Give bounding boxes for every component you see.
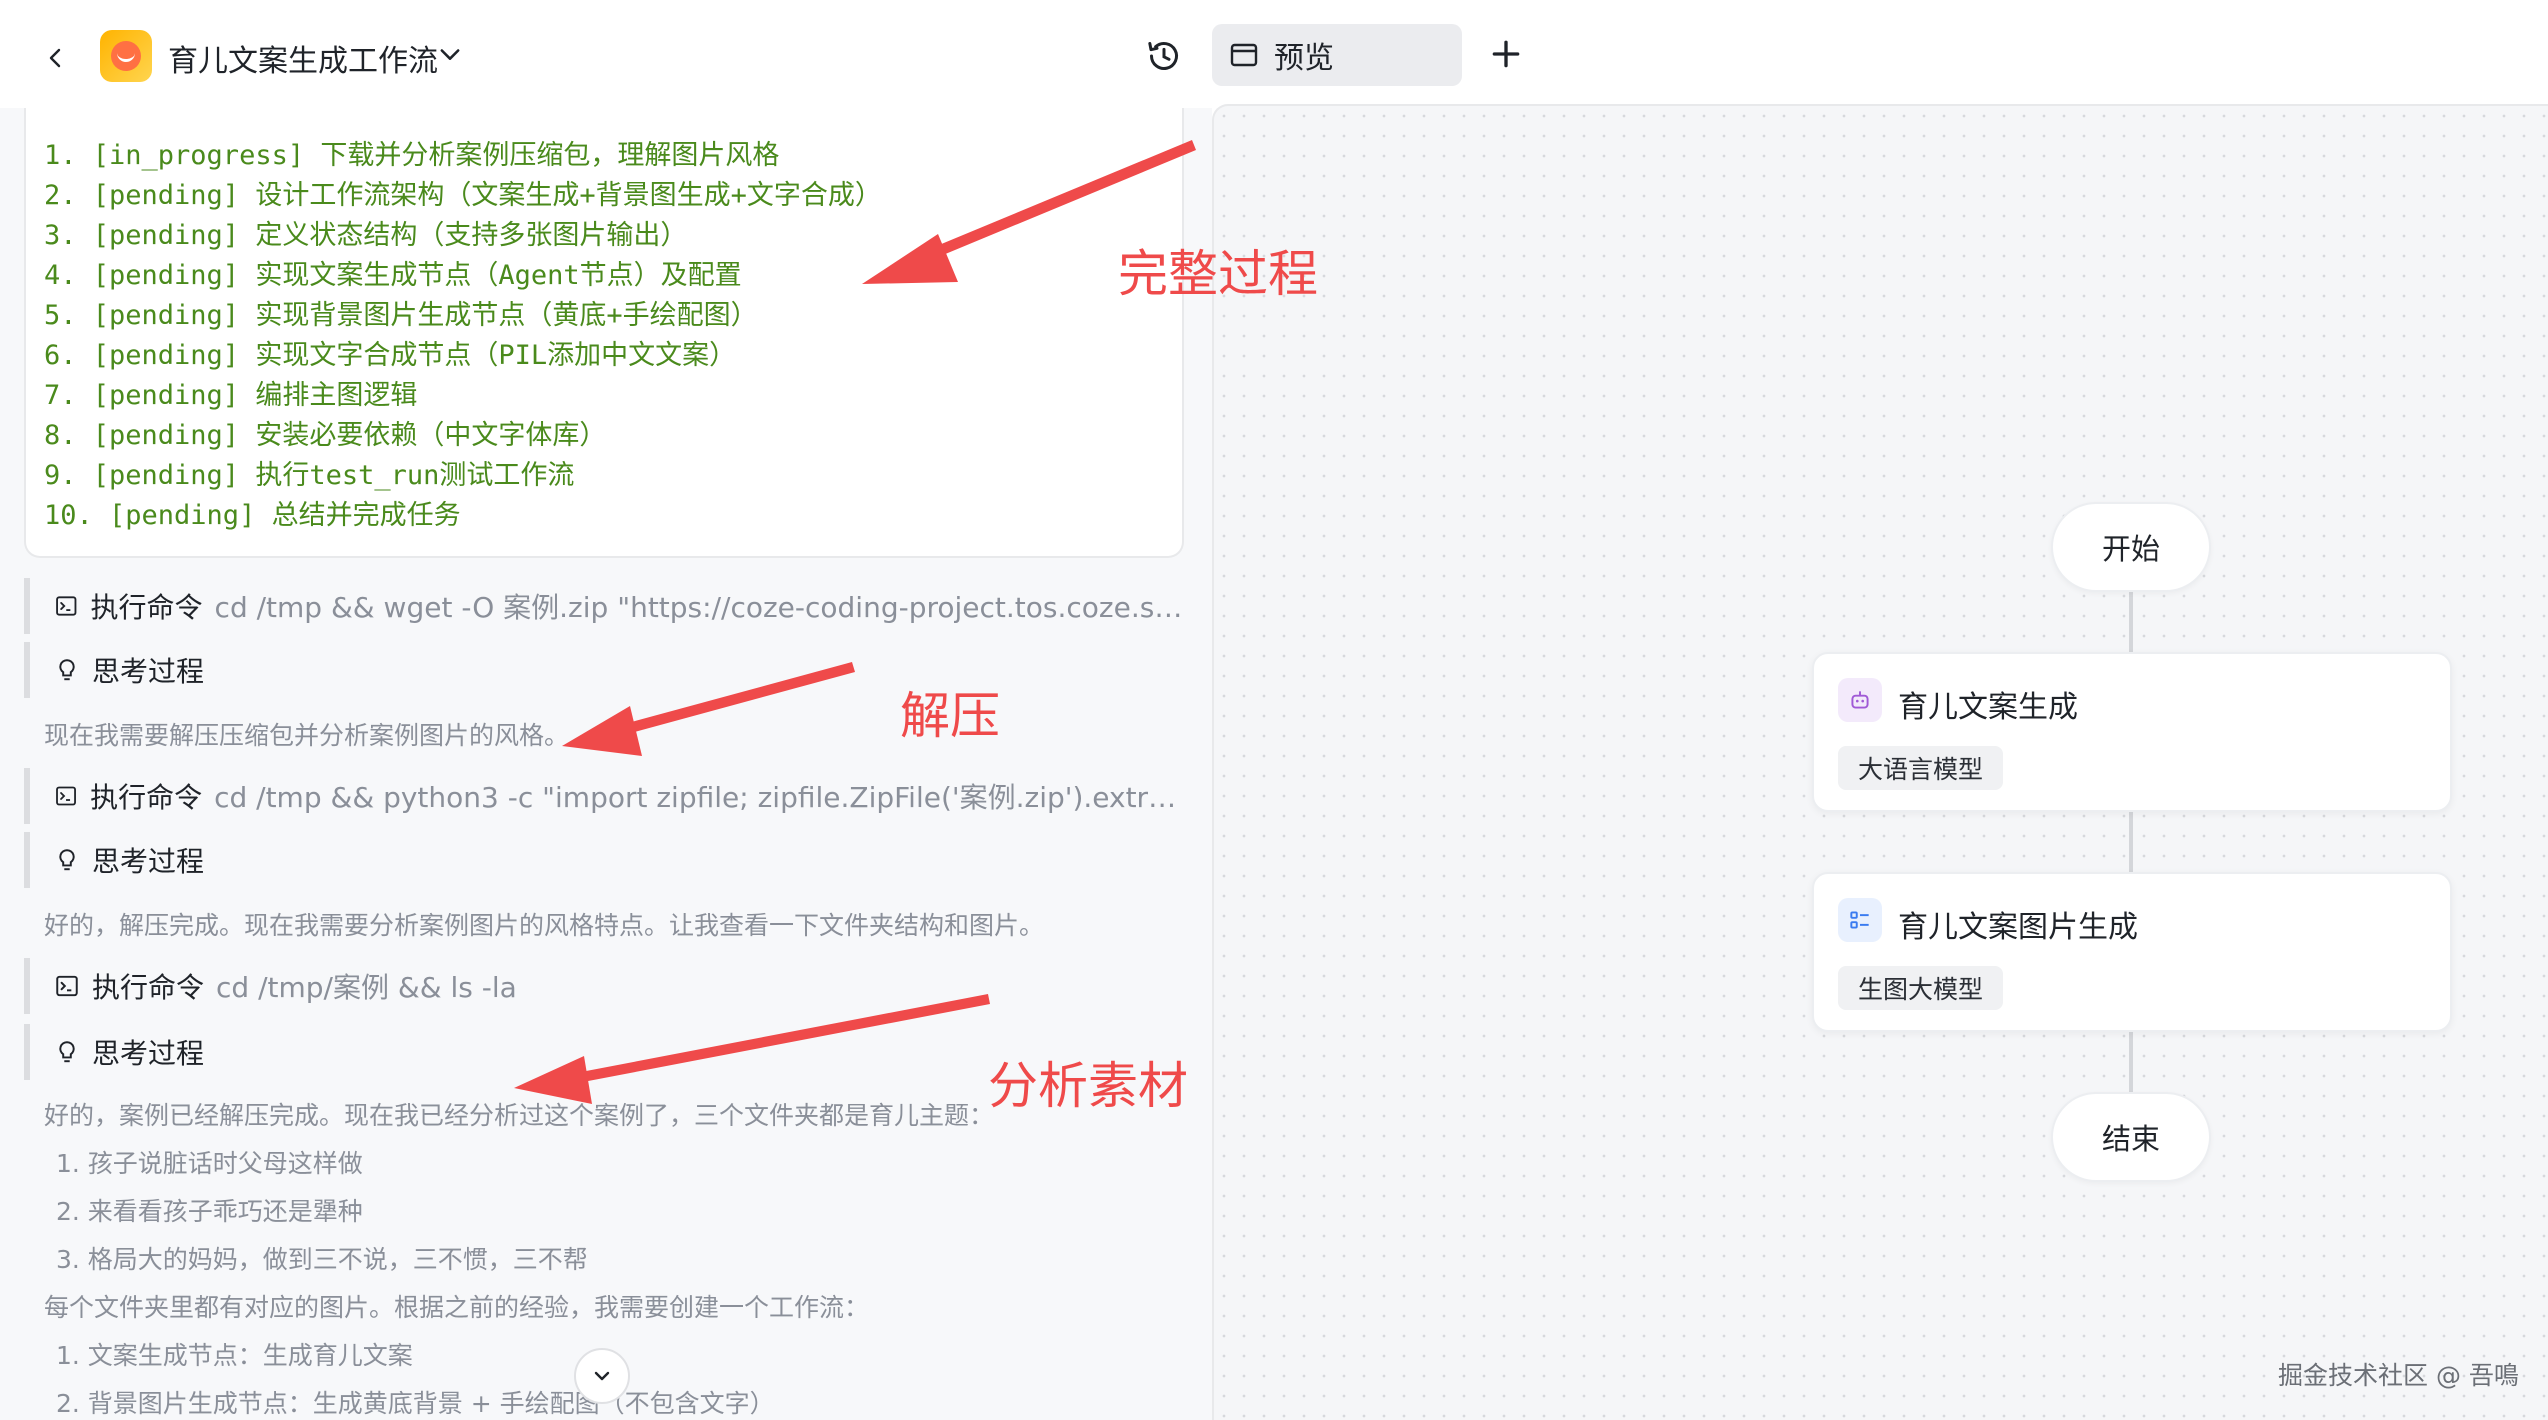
node-title: 育儿文案图片生成 [1898, 910, 2138, 945]
command-step[interactable]: 执行命令 cd /tmp/案例 && ls -la [24, 958, 1184, 1014]
todo-item: 3. [pending] 定义状态结构（支持多张图片输出） [44, 220, 688, 251]
workflow-node-text-generation[interactable]: 育儿文案生成 大语言模型 [1812, 652, 2452, 812]
terminal-icon [56, 786, 76, 806]
todo-item: 5. [pending] 实现背景图片生成节点（黄底+手绘配图） [44, 300, 758, 331]
add-tab-button[interactable] [1486, 34, 1526, 74]
command-step[interactable]: 执行命令 cd /tmp && wget -O 案例.zip "https://… [24, 578, 1184, 634]
thinking-label: 思考过程 [92, 1037, 205, 1070]
todo-item: 9. [pending] 执行test_run测试工作流 [44, 460, 575, 491]
chat-log-panel[interactable]: 1. [in_progress] 下载并分析案例压缩包，理解图片风格 2. [p… [0, 108, 1212, 1420]
robot-icon [1838, 678, 1882, 722]
app-logo-icon [100, 30, 152, 82]
thinking-step[interactable]: 思考过程 [24, 832, 1184, 888]
chevron-down-icon [594, 1371, 610, 1381]
todo-item: 6. [pending] 实现文字合成节点（PIL添加中文文案） [44, 340, 737, 371]
lightbulb-icon [59, 849, 75, 871]
thinking-step[interactable]: 思考过程 [24, 1024, 1184, 1080]
todo-item: 4. [pending] 实现文案生成节点（Agent节点）及配置 [44, 260, 742, 291]
workflow-node-image-generation[interactable]: 育儿文案图片生成 生图大模型 [1812, 872, 2452, 1032]
plus-icon [1492, 40, 1520, 68]
scroll-to-bottom-button[interactable] [574, 1348, 630, 1404]
node-title: 育儿文案生成 [1898, 690, 2078, 725]
edge [2129, 812, 2133, 872]
thinking-text: 好的，案例已经解压完成。现在我已经分析过这个案例了，三个文件夹都是育儿主题： [44, 1101, 995, 1130]
command-step[interactable]: 执行命令 cd /tmp && python3 -c "import zipfi… [24, 768, 1184, 824]
tab-preview-label: 预览 [1274, 41, 1334, 76]
list-item: 2. 背景图片生成节点：生成黄底背景 + 手绘配图（不包含文字） [56, 1389, 775, 1418]
list-item: 3. 格局大的妈妈，做到三不说，三不惯，三不帮 [56, 1245, 588, 1274]
node-type-tag: 大语言模型 [1838, 746, 2004, 790]
image-list-icon [1838, 898, 1882, 942]
command-text: cd /tmp/案例 && ls -la [216, 971, 517, 1004]
back-button[interactable] [34, 36, 78, 80]
list-item: 1. 文案生成节点：生成育儿文案 [56, 1341, 413, 1370]
lightbulb-icon [59, 1041, 75, 1063]
chevron-down-icon[interactable] [436, 40, 464, 68]
edge [2129, 592, 2133, 652]
command-label: 执行命令 [90, 591, 203, 624]
end-node[interactable]: 结束 [2051, 1092, 2211, 1182]
list-item: 2. 来看看孩子乖巧还是犟种 [56, 1197, 363, 1226]
command-text: cd /tmp && python3 -c "import zipfile; z… [214, 781, 1184, 814]
terminal-icon [56, 975, 78, 997]
todo-list-card: 1. [in_progress] 下载并分析案例压缩包，理解图片风格 2. [p… [24, 108, 1184, 558]
thinking-label: 思考过程 [92, 845, 205, 878]
tab-preview[interactable]: 预览 [1212, 24, 1462, 86]
todo-item: 1. [in_progress] 下载并分析案例压缩包，理解图片风格 [44, 140, 780, 171]
lightbulb-icon [59, 659, 75, 681]
todo-item: 10. [pending] 总结并完成任务 [44, 500, 461, 531]
app-title[interactable]: 育儿文案生成工作流 [168, 36, 438, 80]
command-text: cd /tmp && wget -O 案例.zip "https://coze-… [214, 591, 1184, 624]
list-item: 1. 孩子说脏话时父母这样做 [56, 1149, 363, 1178]
todo-item: 2. [pending] 设计工作流架构（文案生成+背景图生成+文字合成） [44, 180, 882, 211]
command-label: 执行命令 [90, 781, 203, 814]
thinking-text: 每个文件夹里都有对应的图片。根据之前的经验，我需要创建一个工作流： [44, 1293, 870, 1322]
history-button[interactable] [1144, 36, 1184, 76]
workflow-canvas[interactable]: 开始 育儿文案生成 大语言模型 育儿文案图片生成 生图大模型 结束 [1212, 104, 2548, 1420]
history-icon [1148, 42, 1178, 70]
thinking-label: 思考过程 [92, 655, 205, 688]
browser-window-icon [1230, 43, 1258, 67]
edge [2129, 1032, 2133, 1092]
top-bar: 育儿文案生成工作流 预览 [0, 0, 2548, 108]
thinking-text: 好的，解压完成。现在我需要分析案例图片的风格特点。让我查看一下文件夹结构和图片。 [44, 911, 1045, 940]
node-type-tag: 生图大模型 [1838, 966, 2004, 1010]
terminal-icon [56, 596, 77, 616]
chevron-left-icon [49, 48, 61, 68]
start-node[interactable]: 开始 [2051, 502, 2211, 592]
todo-item: 7. [pending] 编排主图逻辑 [44, 380, 418, 411]
watermark: 掘金技术社区 @ 吾鳴 [2278, 1361, 2519, 1390]
command-label: 执行命令 [92, 971, 205, 1004]
thinking-text: 现在我需要解压压缩包并分析案例图片的风格。 [44, 721, 570, 750]
todo-item: 8. [pending] 安装必要依赖（中文字体库） [44, 420, 607, 451]
thinking-step[interactable]: 思考过程 [24, 642, 1184, 698]
